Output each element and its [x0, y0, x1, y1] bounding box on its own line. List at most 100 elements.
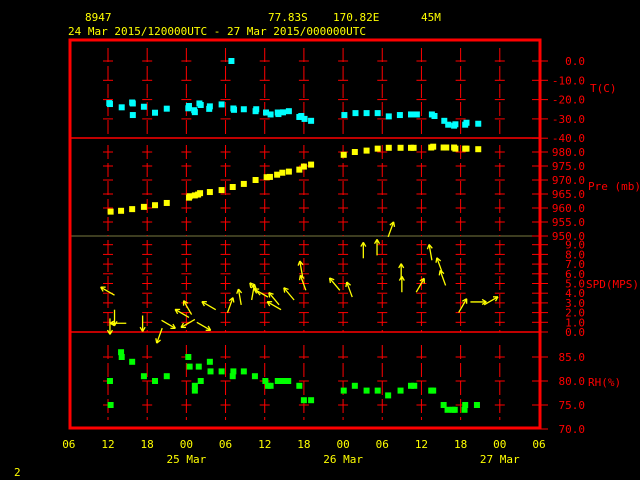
relative_humidity-point: [195, 363, 202, 370]
temperature-point: [445, 121, 452, 128]
wind-arrow: [398, 275, 405, 293]
pressure-point: [397, 144, 404, 151]
pressure-point: [274, 171, 281, 178]
pressure-point: [475, 146, 482, 153]
wind-arrow: [180, 318, 196, 329]
temperature-point: [191, 107, 198, 114]
wind-arrow: [415, 277, 425, 293]
relative_humidity-point: [191, 387, 198, 394]
relative_humidity-point: [285, 378, 292, 384]
y-axis-title: RH(%): [588, 376, 621, 389]
pressure-point: [252, 177, 259, 183]
pressure-point: [340, 151, 347, 158]
relative_humidity-point: [385, 392, 392, 399]
relative_humidity-point: [106, 378, 113, 384]
pressure-point: [308, 161, 315, 168]
relative_humidity-point: [397, 387, 404, 394]
temperature-point: [206, 105, 213, 112]
relative_humidity-point: [152, 378, 159, 384]
x-tick-label: 18: [141, 438, 154, 451]
relative_humidity-point: [185, 354, 192, 360]
temperature-point: [280, 109, 287, 116]
wind-arrow: [298, 274, 307, 291]
relative_humidity-point: [444, 406, 451, 413]
y-tick-label: 80.0: [559, 375, 586, 388]
relative_humidity-point: [206, 358, 213, 365]
temperature-point: [228, 58, 235, 64]
wind-arrow: [328, 277, 341, 291]
temperature-point: [106, 100, 113, 107]
y-tick-label: -10.0: [552, 74, 585, 87]
temperature-point: [374, 110, 381, 117]
x-tick-label: 00: [180, 438, 193, 451]
x-tick-label: 00: [493, 438, 506, 451]
pressure-point: [140, 203, 147, 210]
y-tick-label: 0.0: [565, 55, 585, 68]
y-tick-label: 70.0: [559, 423, 586, 436]
temperature-point: [253, 106, 260, 113]
temperature-point: [308, 117, 315, 124]
y-tick-label: -20.0: [552, 94, 585, 107]
relative_humidity-point: [274, 378, 281, 384]
x-date-label: 27 Mar: [480, 453, 520, 466]
pressure-point: [107, 208, 114, 215]
temperature-point: [413, 111, 420, 118]
wind-arrow: [236, 288, 243, 305]
wind-arrow: [174, 308, 190, 319]
temperature-point: [197, 102, 204, 109]
temperature-point: [118, 104, 125, 111]
pressure-point: [206, 189, 213, 196]
plot-frame: [68, 38, 542, 430]
relative_humidity-point: [296, 382, 303, 389]
pressure-point: [197, 190, 204, 197]
x-date-label: 26 Mar: [323, 453, 363, 466]
time-range: 24 Mar 2015/120000UTC - 27 Mar 2015/0000…: [68, 25, 366, 38]
wind-arrow: [161, 319, 176, 330]
y-axis-title: SPD(MPS): [586, 278, 639, 291]
wind-arrow: [345, 281, 353, 298]
temperature-point: [218, 101, 225, 108]
relative_humidity-point: [300, 397, 307, 404]
y-tick-label: 960.0: [552, 202, 585, 215]
wind-arrow: [458, 298, 468, 313]
temperature-point: [163, 105, 170, 112]
page-number: 2: [14, 466, 21, 479]
wind-arrow: [196, 321, 212, 331]
relative_humidity-point: [230, 368, 237, 375]
temperature-point: [341, 112, 348, 119]
temperature-point: [301, 115, 308, 122]
temperature-point: [152, 109, 159, 116]
wind-arrow: [426, 244, 433, 261]
x-tick-label: 12: [258, 438, 271, 451]
x-tick-label: 06: [376, 438, 389, 451]
wind-arrow: [373, 239, 381, 256]
pressure-point: [300, 163, 307, 170]
relative_humidity-point: [451, 406, 458, 413]
pressure-point: [363, 147, 370, 154]
y-tick-label: -30.0: [552, 113, 585, 126]
wind-arrow: [201, 301, 217, 311]
pressure-point: [463, 145, 470, 152]
x-tick-label: 00: [336, 438, 349, 451]
relative_humidity-point: [186, 363, 193, 370]
relative_humidity-point: [118, 354, 125, 360]
wind-arrow: [387, 221, 396, 238]
relative_humidity-point: [430, 387, 437, 394]
wind-arrow: [435, 257, 443, 274]
temperature-point: [352, 110, 359, 117]
y-tick-label: 85.0: [559, 351, 586, 364]
wind-arrow: [297, 260, 304, 277]
relative_humidity-point: [197, 378, 204, 384]
temperature-point: [129, 99, 136, 106]
relative_humidity-point: [267, 382, 274, 389]
pressure-point: [152, 202, 159, 209]
temperature-point: [396, 112, 403, 119]
temperature-point: [231, 106, 238, 113]
x-tick-label: 06: [219, 438, 232, 451]
pressure-point: [410, 144, 417, 151]
data-marks: [100, 58, 499, 413]
pressure-point: [129, 206, 136, 213]
pressure-point: [218, 187, 225, 194]
wind-arrow: [483, 296, 499, 306]
relative_humidity-point: [473, 402, 480, 408]
